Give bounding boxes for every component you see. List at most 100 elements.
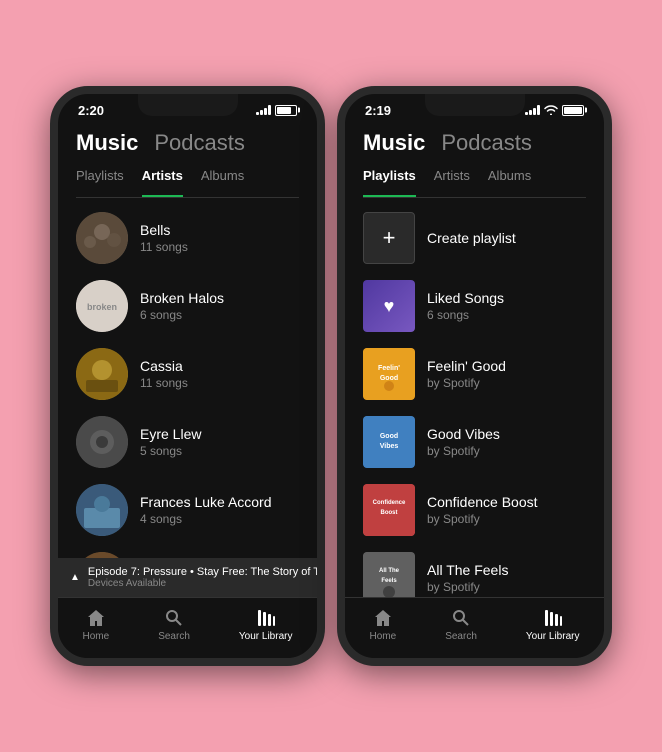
now-playing-bar[interactable]: ▲ Episode 7: Pressure • Stay Free: The S… (58, 558, 317, 597)
phone-2: 2:19 (337, 86, 612, 666)
svg-text:Good: Good (380, 375, 398, 382)
header-1: Music Podcasts Playlists Artists Albums (58, 122, 317, 204)
nav-library-label-2: Your Library (526, 631, 580, 642)
list-item-confidence[interactable]: Confidence Boost Confidence Boost by Spot… (345, 476, 604, 544)
wifi-icon-2 (544, 105, 558, 115)
sub-allfeels: by Spotify (427, 580, 586, 594)
name-cassia: Cassia (140, 358, 299, 374)
name-create: Create playlist (427, 230, 586, 246)
nav-search-1[interactable]: Search (158, 608, 190, 642)
list-item-bells[interactable]: Bells 11 songs (58, 204, 317, 272)
svg-text:broken: broken (87, 302, 117, 312)
sub-eyre: 5 songs (140, 444, 299, 458)
list-item-good[interactable]: GoodVibes Good Vibes by Spotify (345, 408, 604, 476)
notch-1 (138, 94, 238, 116)
name-frances: Frances Luke Accord (140, 494, 299, 510)
sub-tab-albums-2[interactable]: Albums (488, 168, 531, 189)
bottom-nav-1: Home Search Your Library (58, 597, 317, 658)
header-tabs-1: Music Podcasts (76, 130, 299, 156)
svg-text:Confidence: Confidence (373, 500, 406, 506)
info-cassia: Cassia 11 songs (140, 358, 299, 390)
name-good: Good Vibes (427, 426, 586, 442)
info-eyre: Eyre Llew 5 songs (140, 426, 299, 458)
sub-tabs-1: Playlists Artists Albums (76, 168, 299, 198)
status-icons-2 (525, 105, 584, 116)
content-2: Music Podcasts Playlists Artists Albums … (345, 122, 604, 658)
now-playing-sub: Devices Available (88, 578, 317, 589)
info-good: Good Vibes by Spotify (427, 426, 586, 458)
nav-library-2[interactable]: Your Library (526, 608, 580, 642)
name-broken: Broken Halos (140, 290, 299, 306)
now-playing-info: Episode 7: Pressure • Stay Free: The Sto… (88, 566, 317, 589)
avatar-broken: broken (76, 280, 128, 332)
list-item-happy[interactable]: The Happy Fits (58, 544, 317, 558)
chevron-up-icon: ▲ (70, 572, 80, 583)
info-bells: Bells 11 songs (140, 222, 299, 254)
list-item-cassia[interactable]: Cassia 11 songs (58, 340, 317, 408)
info-confidence: Confidence Boost by Spotify (427, 494, 586, 526)
sub-tab-playlists-1[interactable]: Playlists (76, 168, 124, 189)
svg-text:All The: All The (379, 568, 400, 574)
avatar-cassia (76, 348, 128, 400)
tab-podcasts-1[interactable]: Podcasts (154, 130, 245, 156)
sub-tab-playlists-2[interactable]: Playlists (363, 168, 416, 189)
battery-icon-2 (562, 105, 584, 116)
nav-library-1[interactable]: Your Library (239, 608, 293, 642)
nav-home-2[interactable]: Home (370, 608, 397, 642)
notch-2 (425, 94, 525, 116)
avatar-create: + (363, 212, 415, 264)
sub-bells: 11 songs (140, 240, 299, 254)
list-item-liked[interactable]: ♥ Liked Songs 6 songs (345, 272, 604, 340)
svg-text:Feelin': Feelin' (378, 365, 400, 372)
sub-feelin: by Spotify (427, 376, 586, 390)
avatar-eyre (76, 416, 128, 468)
plus-icon: + (383, 225, 396, 251)
nav-home-label-2: Home (370, 631, 397, 642)
info-feelin: Feelin' Good by Spotify (427, 358, 586, 390)
tab-music-1[interactable]: Music (76, 130, 138, 156)
sub-tab-artists-2[interactable]: Artists (434, 168, 470, 189)
name-feelin: Feelin' Good (427, 358, 586, 374)
nav-home-1[interactable]: Home (83, 608, 110, 642)
header-tabs-2: Music Podcasts (363, 130, 586, 156)
list-item-allfeels[interactable]: All The Feels All The Feels by Spotify (345, 544, 604, 597)
sub-tab-artists-1[interactable]: Artists (142, 168, 183, 189)
list-item-frances[interactable]: Frances Luke Accord 4 songs (58, 476, 317, 544)
info-allfeels: All The Feels by Spotify (427, 562, 586, 594)
nav-library-label-1: Your Library (239, 631, 293, 642)
tab-music-2[interactable]: Music (363, 130, 425, 156)
svg-text:Boost: Boost (381, 510, 398, 516)
battery-icon-1 (275, 105, 297, 116)
nav-search-2[interactable]: Search (445, 608, 477, 642)
tab-podcasts-2[interactable]: Podcasts (441, 130, 532, 156)
sub-tab-albums-1[interactable]: Albums (201, 168, 244, 189)
now-playing-title: Episode 7: Pressure • Stay Free: The Sto… (88, 566, 317, 578)
avatar-liked: ♥ (363, 280, 415, 332)
heart-icon: ♥ (384, 296, 395, 317)
info-liked: Liked Songs 6 songs (427, 290, 586, 322)
sub-good: by Spotify (427, 444, 586, 458)
nav-home-label-1: Home (83, 631, 110, 642)
list-item-broken[interactable]: broken Broken Halos 6 songs (58, 272, 317, 340)
avatar-feelin: Feelin' Good (363, 348, 415, 400)
avatar-allfeels: All The Feels (363, 552, 415, 597)
list-item-create[interactable]: + Create playlist (345, 204, 604, 272)
signal-icon-2 (525, 105, 540, 115)
sub-frances: 4 songs (140, 512, 299, 526)
avatar-bells (76, 212, 128, 264)
avatar-frances (76, 484, 128, 536)
header-2: Music Podcasts Playlists Artists Albums (345, 122, 604, 204)
time-1: 2:20 (78, 103, 104, 118)
sub-liked: 6 songs (427, 308, 586, 322)
avatar-good: GoodVibes (363, 416, 415, 468)
time-2: 2:19 (365, 103, 391, 118)
nav-search-label-1: Search (158, 631, 190, 642)
info-broken: Broken Halos 6 songs (140, 290, 299, 322)
name-eyre: Eyre Llew (140, 426, 299, 442)
list-item-feelin[interactable]: Feelin' Good Feelin' Good by Spotify (345, 340, 604, 408)
phone-1: 2:20 Music Pod (50, 86, 325, 666)
bottom-nav-2: Home Search Your Library (345, 597, 604, 658)
list-item-eyre[interactable]: Eyre Llew 5 songs (58, 408, 317, 476)
sub-broken: 6 songs (140, 308, 299, 322)
svg-text:Feels: Feels (381, 578, 397, 584)
